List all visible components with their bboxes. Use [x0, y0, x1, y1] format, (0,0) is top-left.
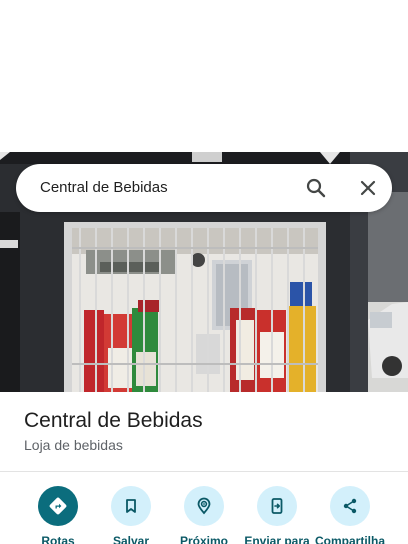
search-bar[interactable]: Central de Bebidas	[16, 164, 392, 212]
directions-icon	[38, 486, 78, 526]
directions-label: Rotas	[41, 534, 75, 544]
share-button[interactable]: Compartilha	[314, 486, 386, 544]
nearby-label: Próximo	[179, 534, 228, 544]
directions-button[interactable]: Rotas	[22, 486, 94, 544]
nearby-button[interactable]: Próximo	[168, 486, 240, 544]
search-icon[interactable]	[304, 176, 328, 200]
share-icon	[330, 486, 370, 526]
place-details-screen: Central de Bebidas Central de Bebidas Lo…	[0, 0, 408, 544]
save-button[interactable]: Salvar	[95, 486, 167, 544]
bookmark-icon	[111, 486, 151, 526]
save-label: Salvar	[112, 534, 150, 544]
close-icon[interactable]	[356, 176, 380, 200]
share-label: Compartilha	[314, 534, 385, 544]
place-category: Loja de bebidas	[24, 437, 123, 453]
send-to-phone-label: Enviar para	[244, 534, 310, 544]
divider	[0, 471, 408, 472]
nearby-icon	[184, 486, 224, 526]
place-title: Central de Bebidas	[24, 409, 203, 432]
send-to-phone-button[interactable]: Enviar para	[241, 486, 313, 544]
send-to-phone-icon	[257, 486, 297, 526]
search-input[interactable]: Central de Bebidas	[40, 164, 168, 212]
